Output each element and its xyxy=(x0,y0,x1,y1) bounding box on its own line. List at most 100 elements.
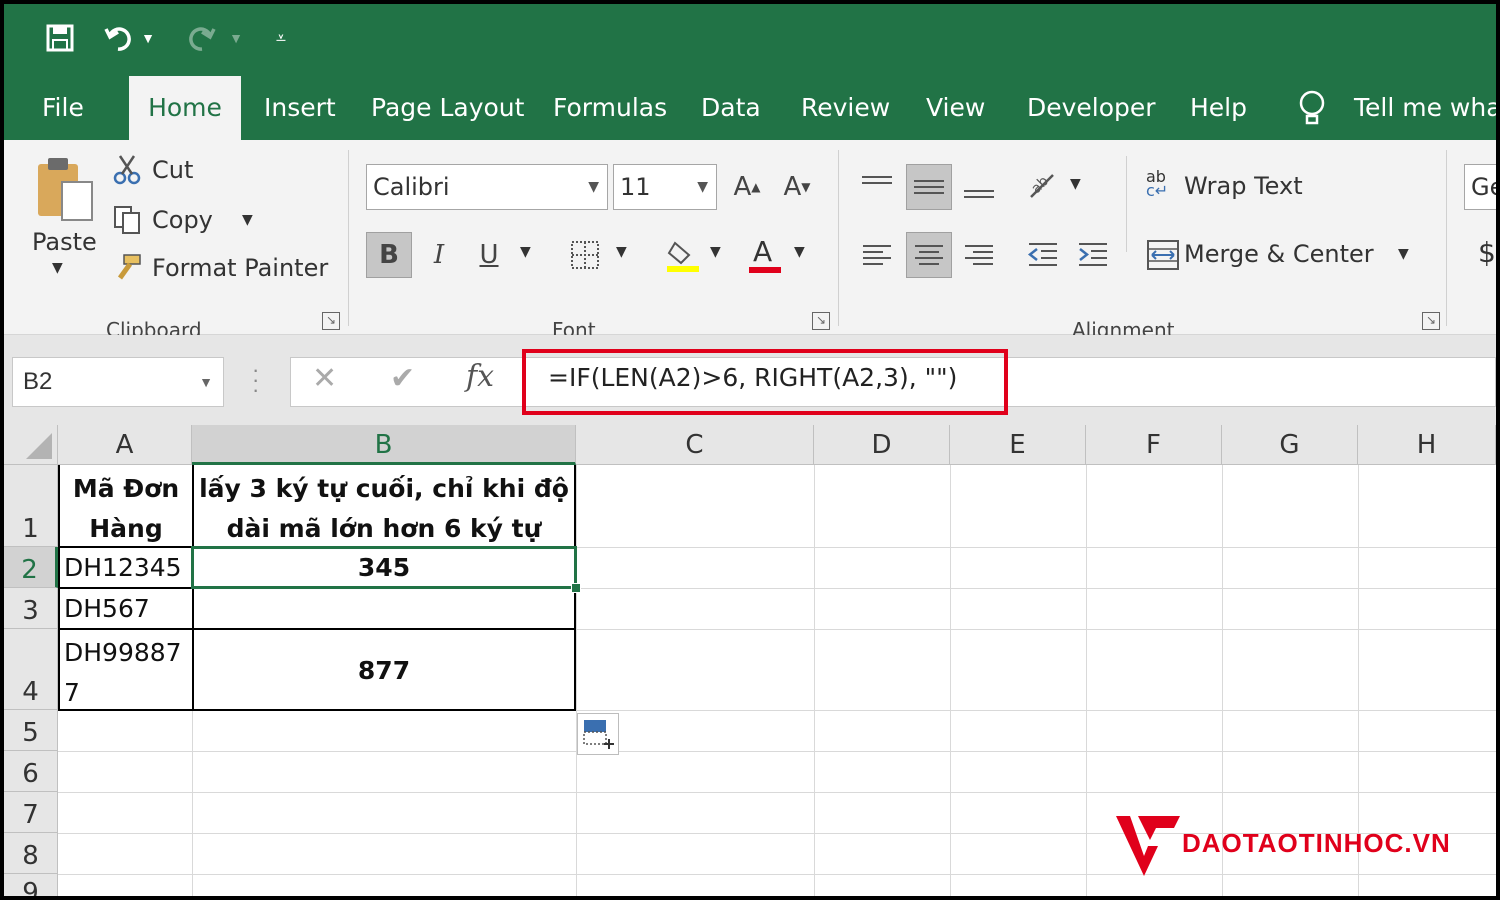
formula-bar: B2 ▼ · · · ✕ ✔ fx =IF(LEN(A2)>6, RIGHT(A2,… xyxy=(4,335,1496,425)
cell-a2[interactable]: DH12345 xyxy=(64,553,182,582)
tab-page-layout[interactable]: Page Layout xyxy=(371,76,524,140)
column-header-d[interactable]: D xyxy=(814,425,950,465)
fill-color-dropdown-icon[interactable]: ▼ xyxy=(710,244,721,260)
align-right-icon[interactable] xyxy=(956,232,1002,278)
paste-button[interactable]: Paste xyxy=(32,228,97,256)
row-header-9[interactable]: 9 xyxy=(4,874,58,896)
orientation-icon[interactable]: ab xyxy=(1020,164,1066,210)
align-top-icon[interactable] xyxy=(854,164,900,210)
cell-b1[interactable]: lấy 3 ký tự cuối, chỉ khi độ dài mã lớn … xyxy=(194,469,574,549)
gridline xyxy=(58,751,1496,752)
ribbon-tabs: File Home Insert Page Layout Formulas Da… xyxy=(4,76,1496,140)
column-header-g[interactable]: G xyxy=(1222,425,1358,465)
tab-review[interactable]: Review xyxy=(801,76,890,140)
highlight-box xyxy=(522,349,1008,415)
watermark-logo: DAOTAOTINHOC.VN xyxy=(1114,810,1484,880)
align-center-icon[interactable] xyxy=(906,232,952,278)
wrap-text-icon[interactable]: ab c↵ xyxy=(1146,169,1168,199)
row-header-7[interactable]: 7 xyxy=(4,792,58,833)
name-box[interactable]: B2 ▼ xyxy=(12,357,224,407)
row-header-3[interactable]: 3 xyxy=(4,588,58,629)
cell-b4[interactable]: 877 xyxy=(194,656,574,685)
row-header-2[interactable]: 2 xyxy=(4,547,58,588)
save-icon[interactable] xyxy=(40,18,80,58)
insert-function-icon[interactable]: fx xyxy=(466,359,494,394)
tab-view[interactable]: View xyxy=(926,76,985,140)
paste-dropdown-icon[interactable]: ▼ xyxy=(52,260,63,276)
decrease-indent-icon[interactable] xyxy=(1020,232,1066,278)
font-name-combo[interactable]: Calibri ▼ xyxy=(366,164,608,210)
logo-v-icon xyxy=(1116,816,1180,876)
align-bottom-icon[interactable] xyxy=(956,164,1002,210)
font-color-icon[interactable]: A xyxy=(742,232,788,278)
alignment-launcher-icon[interactable]: ↘ xyxy=(1422,312,1440,330)
wrap-text-button[interactable]: Wrap Text xyxy=(1184,172,1303,200)
column-header-h[interactable]: H xyxy=(1358,425,1496,465)
row-header-1[interactable]: 1 xyxy=(4,465,58,547)
borders-icon[interactable] xyxy=(562,232,608,278)
chevron-down-icon: ▼ xyxy=(199,374,213,390)
cancel-icon[interactable]: ✕ xyxy=(312,361,337,396)
fill-handle[interactable] xyxy=(571,583,581,593)
italic-button[interactable]: I xyxy=(416,232,462,278)
clipboard-launcher-icon[interactable]: ↘ xyxy=(322,312,340,330)
row-header-5[interactable]: 5 xyxy=(4,710,58,751)
increase-font-icon[interactable]: A ▲ xyxy=(724,164,770,210)
select-all-corner[interactable] xyxy=(4,425,58,465)
column-header-b[interactable]: B xyxy=(192,425,576,465)
font-size-combo[interactable]: 11 ▼ xyxy=(613,164,717,210)
undo-dropdown-icon[interactable]: ▼ xyxy=(138,18,158,58)
font-launcher-icon[interactable]: ↘ xyxy=(812,312,830,330)
font-color-dropdown-icon[interactable]: ▼ xyxy=(794,244,805,260)
splitter-handle-icon[interactable]: · · · xyxy=(252,359,259,401)
row-header-8[interactable]: 8 xyxy=(4,833,58,874)
column-header-c[interactable]: C xyxy=(576,425,814,465)
tab-developer[interactable]: Developer xyxy=(1027,76,1156,140)
scissors-icon[interactable] xyxy=(112,154,146,192)
quick-analysis-icon[interactable] xyxy=(577,713,619,755)
tell-me-box[interactable]: Tell me what xyxy=(1354,76,1496,140)
tab-home[interactable]: Home xyxy=(129,76,241,140)
number-format-combo[interactable]: Ge xyxy=(1464,164,1496,210)
cell-a1[interactable]: Mã Đơn Hàng xyxy=(60,469,192,549)
merge-center-icon[interactable] xyxy=(1140,232,1186,278)
tab-formulas[interactable]: Formulas xyxy=(553,76,667,140)
borders-dropdown-icon[interactable]: ▼ xyxy=(616,244,627,260)
svg-text:A: A xyxy=(753,235,772,268)
undo-icon[interactable] xyxy=(100,18,140,58)
tab-data[interactable]: Data xyxy=(701,76,761,140)
cell-a3[interactable]: DH567 xyxy=(64,594,150,623)
enter-icon[interactable]: ✔ xyxy=(390,361,415,396)
decrease-font-icon[interactable]: A ▼ xyxy=(774,164,820,210)
tab-help[interactable]: Help xyxy=(1190,76,1247,140)
column-header-f[interactable]: F xyxy=(1086,425,1222,465)
underline-button[interactable]: U xyxy=(466,232,512,278)
row-header-4[interactable]: 4 xyxy=(4,629,58,710)
align-middle-icon[interactable] xyxy=(906,164,952,210)
column-header-e[interactable]: E xyxy=(950,425,1086,465)
cut-button[interactable]: Cut xyxy=(152,156,193,184)
cell-a4[interactable]: DH99887 7 xyxy=(64,633,182,713)
customize-qat-icon[interactable]: ⩡ xyxy=(266,18,296,58)
tab-file[interactable]: File xyxy=(42,76,84,140)
orientation-dropdown-icon[interactable]: ▼ xyxy=(1070,176,1081,192)
accounting-format-button[interactable]: $ xyxy=(1478,236,1496,269)
increase-indent-icon[interactable] xyxy=(1070,232,1116,278)
copy-button[interactable]: Copy xyxy=(152,206,213,234)
paste-icon[interactable] xyxy=(34,156,96,222)
lightbulb-icon[interactable] xyxy=(1298,76,1326,140)
watermark-text: DAOTAOTINHOC.VN xyxy=(1182,828,1451,858)
align-left-icon[interactable] xyxy=(854,232,900,278)
format-painter-icon[interactable] xyxy=(112,252,146,290)
column-header-a[interactable]: A xyxy=(58,425,192,465)
copy-icon[interactable] xyxy=(112,204,146,242)
row-header-6[interactable]: 6 xyxy=(4,751,58,792)
tab-insert[interactable]: Insert xyxy=(264,76,336,140)
merge-center-dropdown-icon[interactable]: ▼ xyxy=(1398,246,1409,262)
underline-dropdown-icon[interactable]: ▼ xyxy=(520,244,531,260)
format-painter-button[interactable]: Format Painter xyxy=(152,254,328,282)
fill-color-icon[interactable] xyxy=(660,232,706,278)
copy-dropdown-icon[interactable]: ▼ xyxy=(242,212,253,228)
bold-button[interactable]: B xyxy=(366,232,412,278)
merge-center-button[interactable]: Merge & Center xyxy=(1184,240,1374,268)
